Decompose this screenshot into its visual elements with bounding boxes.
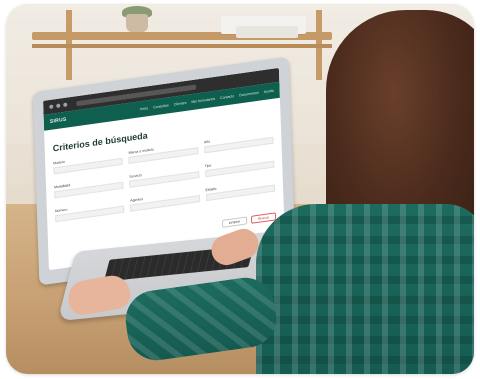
form-field: Modelo [53, 152, 123, 180]
white-box [236, 26, 298, 38]
nav-item: Documentos [239, 90, 259, 98]
nav-item: Inicio [139, 106, 149, 112]
form-field: Número [55, 200, 125, 228]
clear-button: Limpiar [221, 216, 248, 228]
nav-item: Mis formularios [191, 96, 216, 105]
form-field: Servicio [129, 165, 200, 193]
form-field: Modalidad [54, 176, 124, 204]
photo: SIRUS Inicio Consultas Clientes Mis form… [6, 4, 474, 374]
form-field: Tipo [205, 155, 275, 183]
nav-item: Consultas [153, 103, 169, 110]
form-field: Marca o modelo [128, 141, 199, 169]
form-field: Estado [205, 179, 276, 207]
plaid-shirt [256, 204, 474, 374]
window-dot-icon [63, 102, 68, 108]
nav-item: Clientes [173, 100, 187, 107]
brand: SIRUS [49, 116, 67, 125]
nav-item: Contacto [220, 94, 235, 101]
form-field: Agentes [130, 189, 200, 217]
nav-item: Ayuda [263, 88, 274, 94]
plant-pot [126, 14, 148, 32]
window-dot-icon [49, 104, 54, 110]
window-dot-icon [56, 103, 61, 109]
shelf-lower [32, 44, 332, 48]
form-field: Año [204, 131, 274, 159]
